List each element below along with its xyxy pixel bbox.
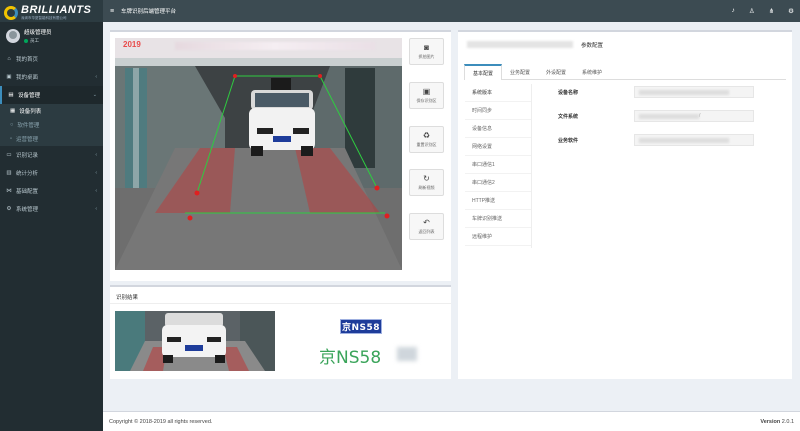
chevron-left-icon: ‹ <box>95 206 97 212</box>
page-title: 车牌识别后端管理平台 <box>121 9 177 15</box>
logo-icon <box>4 5 18 20</box>
software-field[interactable] <box>634 134 754 146</box>
sidebar-subitem-software[interactable]: ○ 软件管理 <box>0 118 103 132</box>
nav-remote-maintenance[interactable]: 远程维护 <box>465 228 531 246</box>
reset-area-button[interactable]: ♻ 重置识别区 <box>409 126 444 153</box>
bell-icon[interactable]: ♪ <box>732 7 735 15</box>
chevron-left-icon: ‹ <box>95 152 97 158</box>
circle-icon: ○ <box>10 122 14 128</box>
recognition-result-panel: 识别结果 京NS58 京NS58 <box>110 285 451 379</box>
form-row-software: 业务软件 <box>558 134 754 146</box>
record-icon: ▭ <box>6 152 12 158</box>
tab-basic[interactable]: 基本配置 <box>464 64 503 80</box>
device-icon: ▤ <box>8 92 14 98</box>
refresh-video-button[interactable]: ↻ 刷新视频 <box>409 169 444 196</box>
config-tabs: 基本配置 业务配置 外设配置 系统维护 <box>464 64 786 80</box>
user-status: 员工 <box>24 38 52 44</box>
version-text: Version 2.0.1 <box>760 418 794 425</box>
car-snapshot <box>115 311 275 371</box>
sidebar-item-statistics[interactable]: ▥ 统计分析 ‹ <box>0 164 103 182</box>
form-row-filesystem: 文件系统 / <box>558 110 754 122</box>
redacted-overlay <box>639 89 729 95</box>
nav-plate-push[interactable]: 车牌识别推送 <box>465 210 531 228</box>
logo[interactable]: BRILLIANTS 深圳市华夏智能科技有限公司 <box>0 0 103 22</box>
sidebar-item-records[interactable]: ▭ 识别记录 ‹ <box>0 146 103 164</box>
plate-number-text: 京NS58 <box>319 348 382 368</box>
sidebar-subitem-device-list[interactable]: ▦ 设备列表 <box>0 104 103 118</box>
recycle-icon: ♻ <box>422 131 431 140</box>
plate-image: 京NS58 <box>340 319 382 334</box>
nav-network[interactable]: 网络设置 <box>465 138 531 156</box>
sidebar-menu: ⌂ 我的首页 ▣ 我的桌面 ‹ ▤ 设备管理 ⌄ ▦ 设备列表 ○ 软件管理 ▫… <box>0 50 103 218</box>
tab-business[interactable]: 业务配置 <box>502 64 538 80</box>
config-title: 参数配置 <box>581 43 604 49</box>
tab-peripheral[interactable]: 外设配置 <box>538 64 574 80</box>
copyright-text: Copyright © 2018-2019 all rights reserve… <box>109 418 213 425</box>
refresh-icon: ↻ <box>423 174 430 183</box>
camera-scene <box>115 38 402 270</box>
topbar: ≡ 车牌识别后端管理平台 ♪ ♙ ⋔ ⚙ <box>103 0 800 22</box>
tab-maintenance[interactable]: 系统维护 <box>574 64 610 80</box>
chevron-down-icon: ⌄ <box>92 92 97 98</box>
chevron-left-icon: ‹ <box>95 74 97 80</box>
plate-result: 京NS58 京NS58 <box>311 315 422 368</box>
video-panel: 2019 ◙ 抓拍图片 ▣ 保存识别区 ♻ 重置识别区 ↻ 刷新视频 ↶ 返回列… <box>110 30 451 281</box>
capture-image-button[interactable]: ◙ 抓拍图片 <box>409 38 444 65</box>
config-side-nav: 系统版本 时间同步 设备信息 网络设置 串口通信1 串口通信2 HTTP推送 车… <box>465 84 532 248</box>
save-area-button[interactable]: ▣ 保存识别区 <box>409 82 444 109</box>
sidebar-item-device[interactable]: ▤ 设备管理 ⌄ <box>0 86 103 104</box>
form-row-device-name: 设备名称 <box>558 86 754 98</box>
chevron-left-icon: ‹ <box>95 188 97 194</box>
config-panel: 参数配置 基本配置 业务配置 外设配置 系统维护 系统版本 时间同步 设备信息 … <box>458 30 792 379</box>
redacted-overlay <box>175 42 375 50</box>
save-icon: ▣ <box>422 87 431 96</box>
reply-icon: ↶ <box>423 218 430 227</box>
avatar <box>6 29 20 43</box>
user-icon[interactable]: ♙ <box>749 7 755 15</box>
list-icon: ▦ <box>10 108 16 114</box>
back-to-list-button[interactable]: ↶ 返回列表 <box>409 213 444 240</box>
sidebar-item-home[interactable]: ⌂ 我的首页 <box>0 50 103 68</box>
filesystem-field[interactable]: / <box>634 110 754 122</box>
camera-video[interactable]: 2019 <box>115 38 402 270</box>
gear-icon[interactable]: ⚙ <box>788 7 794 15</box>
square-icon: ▫ <box>10 136 12 142</box>
sidebar-item-config[interactable]: ⋈ 基础配置 ‹ <box>0 182 103 200</box>
sidebar: BRILLIANTS 深圳市华夏智能科技有限公司 超级管理员 员工 ⌂ 我的首页… <box>0 0 103 431</box>
redacted-overlay <box>639 137 729 143</box>
gear-icon: ⚙ <box>6 206 12 212</box>
user-panel: 超级管理员 员工 <box>0 22 103 50</box>
nav-time-sync[interactable]: 时间同步 <box>465 102 531 120</box>
share-icon[interactable]: ⋔ <box>769 7 774 15</box>
hamburger-menu-icon[interactable]: ≡ <box>103 8 121 15</box>
user-name: 超级管理员 <box>24 30 52 36</box>
video-timestamp: 2019 <box>123 40 141 49</box>
nav-serial-1[interactable]: 串口通信1 <box>465 156 531 174</box>
desktop-icon: ▣ <box>6 74 12 80</box>
divider <box>110 303 451 304</box>
footer: Copyright © 2018-2019 all rights reserve… <box>103 411 800 431</box>
sidebar-item-desktop[interactable]: ▣ 我的桌面 ‹ <box>0 68 103 86</box>
redacted-overlay <box>467 41 573 48</box>
nav-serial-2[interactable]: 串口通信2 <box>465 174 531 192</box>
chart-icon: ▥ <box>6 170 12 176</box>
nav-device-info[interactable]: 设备信息 <box>465 120 531 138</box>
result-car-image <box>115 311 275 371</box>
config-icon: ⋈ <box>6 188 12 194</box>
redacted-overlay <box>397 347 417 361</box>
brand-name: BRILLIANTS <box>21 4 92 16</box>
device-name-field[interactable] <box>634 86 754 98</box>
nav-http-push[interactable]: HTTP推送 <box>465 192 531 210</box>
chevron-left-icon: ‹ <box>95 170 97 176</box>
home-icon: ⌂ <box>7 56 11 62</box>
device-submenu: ▦ 设备列表 ○ 软件管理 ▫ 运营管理 <box>0 104 103 146</box>
online-dot-icon <box>24 39 28 43</box>
nav-system-version[interactable]: 系统版本 <box>465 84 531 102</box>
sidebar-item-system[interactable]: ⚙ 系统管理 ‹ <box>0 200 103 218</box>
result-title: 识别结果 <box>116 295 139 301</box>
brand-subtitle: 深圳市华夏智能科技有限公司 <box>21 16 67 20</box>
camera-icon: ◙ <box>424 43 429 52</box>
redacted-overlay <box>639 113 699 119</box>
sidebar-subitem-operations[interactable]: ▫ 运营管理 <box>0 132 103 146</box>
